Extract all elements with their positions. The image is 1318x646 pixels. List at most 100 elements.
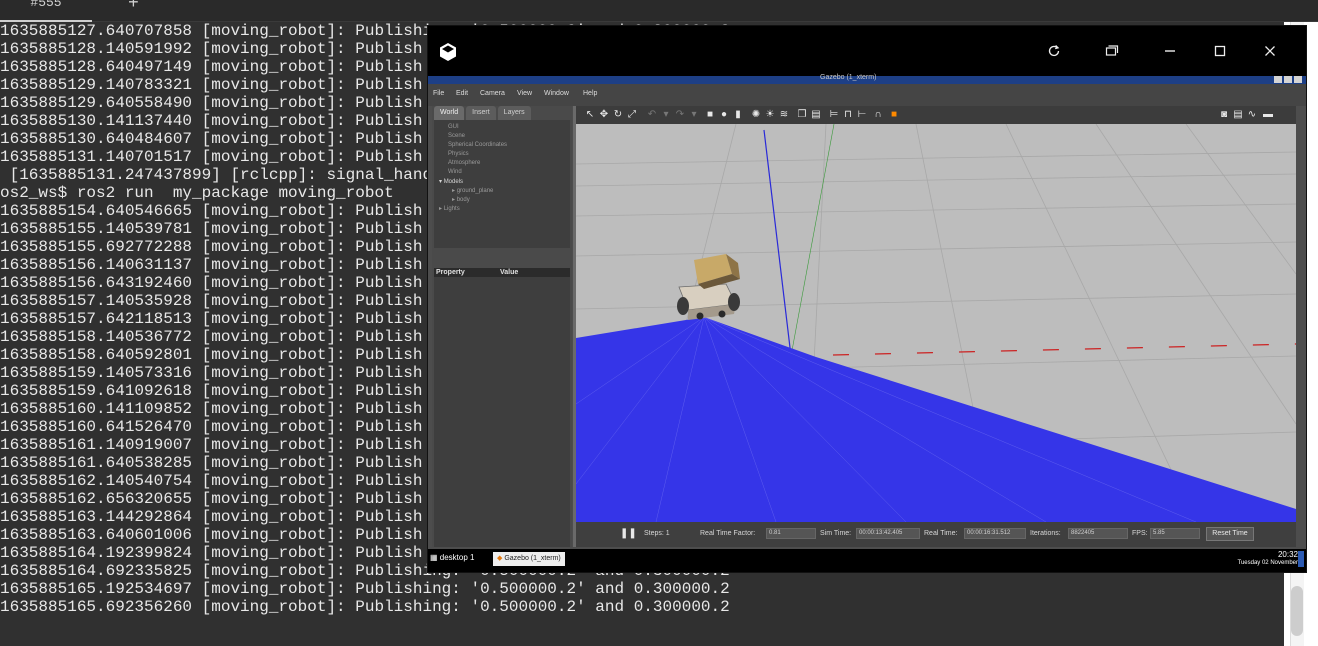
select-mode-icon[interactable]: ↖ — [584, 109, 596, 121]
terminal-message: [moving_robot]: Publish — [192, 202, 423, 220]
terminal-timestamp: 1635885165.192534697 — [0, 580, 193, 598]
undo-icon[interactable]: ↶ — [646, 109, 658, 121]
tab-insert[interactable]: Insert — [466, 106, 496, 120]
terminal-timestamp: 1635885157.642118513 — [0, 310, 193, 328]
terminal-timestamp: 1635885129.640558490 — [0, 94, 193, 112]
close-icon[interactable] — [1254, 36, 1286, 66]
real-time-field: 00:00:16:31.512 — [964, 528, 1026, 539]
terminal-message: [moving_robot]: Publish — [192, 328, 423, 346]
snap-icon[interactable]: ⊓ — [842, 109, 854, 121]
reset-time-button[interactable]: Reset Time — [1206, 527, 1254, 541]
y-axis — [790, 124, 835, 357]
taskbar-gazebo-item[interactable]: ◆ Gazebo (1_xterm) — [493, 552, 565, 566]
scene-viewport[interactable] — [576, 124, 1296, 522]
tree-item-lights[interactable]: ▸ Lights — [439, 205, 460, 212]
property-column-header: Property — [436, 269, 465, 276]
terminal-timestamp: 1635885164.692335825 — [0, 562, 193, 580]
gazebo-close-icon[interactable] — [1294, 76, 1302, 83]
menu-view[interactable]: View — [517, 90, 532, 97]
terminal-message: [moving_robot]: Publish — [192, 382, 423, 400]
directional-light-icon[interactable]: ≋ — [778, 109, 790, 121]
terminal-tab[interactable]: #555 — [0, 0, 92, 22]
cylinder-shape-icon[interactable]: ▮ — [732, 109, 744, 121]
robot-model[interactable] — [677, 254, 740, 320]
gazebo-taskbar-icon: ◆ — [497, 555, 503, 562]
headphones-icon[interactable]: ∩ — [872, 109, 884, 121]
terminal-timestamp: 1635885165.692356260 — [0, 598, 193, 616]
menu-window[interactable]: Window — [544, 90, 569, 97]
gazebo-left-panel: World Insert Layers GUI Scene Spherical … — [432, 106, 572, 547]
translate-mode-icon[interactable]: ✥ — [598, 109, 610, 121]
tree-item-atmosphere[interactable]: Atmosphere — [448, 160, 480, 166]
pause-icon[interactable]: ❚❚ — [620, 528, 637, 539]
terminal-message: [moving_robot]: Publish — [192, 454, 423, 472]
copy-icon[interactable]: ❐ — [796, 109, 808, 121]
value-column-header: Value — [500, 269, 519, 276]
gazebo-maximize-icon[interactable] — [1284, 76, 1292, 83]
terminal-timestamp: 1635885131.140701517 — [0, 148, 193, 166]
sim-time-label: Sim Time: — [820, 530, 852, 537]
tree-item-scene[interactable]: Scene — [448, 133, 465, 139]
paste-icon[interactable]: ▤ — [810, 109, 822, 121]
menu-edit[interactable]: Edit — [456, 90, 468, 97]
tab-world[interactable]: World — [434, 106, 465, 120]
rotate-mode-icon[interactable]: ↻ — [612, 109, 624, 121]
tree-item-body[interactable]: ▸ body — [452, 196, 470, 203]
tree-item-physics[interactable]: Physics — [448, 151, 469, 157]
point-light-icon[interactable]: ✺ — [750, 109, 762, 121]
sphere-shape-icon[interactable]: ● — [718, 109, 730, 121]
plot-icon[interactable]: ∿ — [1246, 109, 1258, 121]
minimize-icon[interactable] — [1154, 36, 1186, 66]
new-tab-button[interactable]: + — [128, 0, 139, 14]
tree-item-wind[interactable]: Wind — [448, 169, 462, 175]
terminal-line-text: os2_ws$ ros2 run my_package moving_robot — [0, 184, 394, 202]
x-axis — [790, 343, 1296, 357]
box-shape-icon[interactable]: ■ — [704, 109, 716, 121]
clock-date: Tuesday 02 November — [1237, 560, 1298, 566]
remote-desktop-titlebar — [428, 26, 1306, 76]
app-logo-icon — [440, 43, 456, 61]
log-icon[interactable]: ▤ — [1232, 109, 1244, 121]
terminal-timestamp: 1635885162.656320655 — [0, 490, 193, 508]
maximize-icon[interactable] — [1204, 36, 1236, 66]
real-time-label: Real Time: — [924, 530, 958, 537]
terminal-timestamp: 1635885163.640601006 — [0, 526, 193, 544]
terminal-message: [moving_robot]: Publish — [192, 526, 423, 544]
steps-label: Steps: 1 — [644, 530, 670, 537]
terminal-timestamp: 1635885160.641526470 — [0, 418, 193, 436]
scale-mode-icon[interactable]: ⤢ — [626, 109, 638, 121]
refresh-icon[interactable] — [1038, 36, 1070, 66]
taskbar-indicator — [1298, 551, 1304, 567]
clock-time: 20:32 — [1277, 550, 1298, 559]
terminal-message: [moving_robot]: Publish — [192, 94, 423, 112]
tree-item-spherical-coordinates[interactable]: Spherical Coordinates — [448, 142, 507, 148]
redo-dropdown-icon[interactable]: ▾ — [688, 109, 700, 121]
terminal-message: [moving_robot]: Publish — [192, 274, 423, 292]
property-panel — [434, 277, 570, 547]
undo-dropdown-icon[interactable]: ▾ — [660, 109, 672, 121]
restore-icon[interactable] — [1096, 36, 1128, 66]
taskbar-desktop[interactable]: ▦ desktop 1 — [430, 553, 474, 562]
sim-time-field: 00:00:13:42.405 — [856, 528, 920, 539]
align-icon[interactable]: ⊨ — [828, 109, 840, 121]
terminal-timestamp: 1635885130.141137440 — [0, 112, 193, 130]
terminal-timestamp: 1635885156.140631137 — [0, 256, 193, 274]
tree-item-gui[interactable]: GUI — [448, 124, 459, 130]
video-icon[interactable]: ▬ — [1262, 109, 1274, 121]
menu-camera[interactable]: Camera — [480, 90, 505, 97]
tree-item-ground-plane[interactable]: ▸ ground_plane — [452, 187, 493, 194]
redo-icon[interactable]: ↷ — [674, 109, 686, 121]
menu-help[interactable]: Help — [583, 90, 597, 97]
terminal-scrollbar-thumb[interactable] — [1291, 586, 1303, 636]
gazebo-minimize-icon[interactable] — [1274, 76, 1282, 83]
view-angle-icon[interactable]: ⊢ — [856, 109, 868, 121]
terminal-message: [moving_robot]: Publish — [192, 40, 423, 58]
terminal-message: [moving_robot]: Publish — [192, 148, 423, 166]
tab-layers[interactable]: Layers — [497, 106, 531, 120]
spot-light-icon[interactable]: ☀ — [764, 109, 776, 121]
screenshot-icon[interactable]: ◙ — [1218, 109, 1230, 121]
record-icon[interactable]: ■ — [888, 109, 900, 121]
tree-item-models[interactable]: ▾ Models — [439, 178, 463, 185]
menu-file[interactable]: File — [433, 90, 444, 97]
scene-render — [576, 124, 1296, 522]
